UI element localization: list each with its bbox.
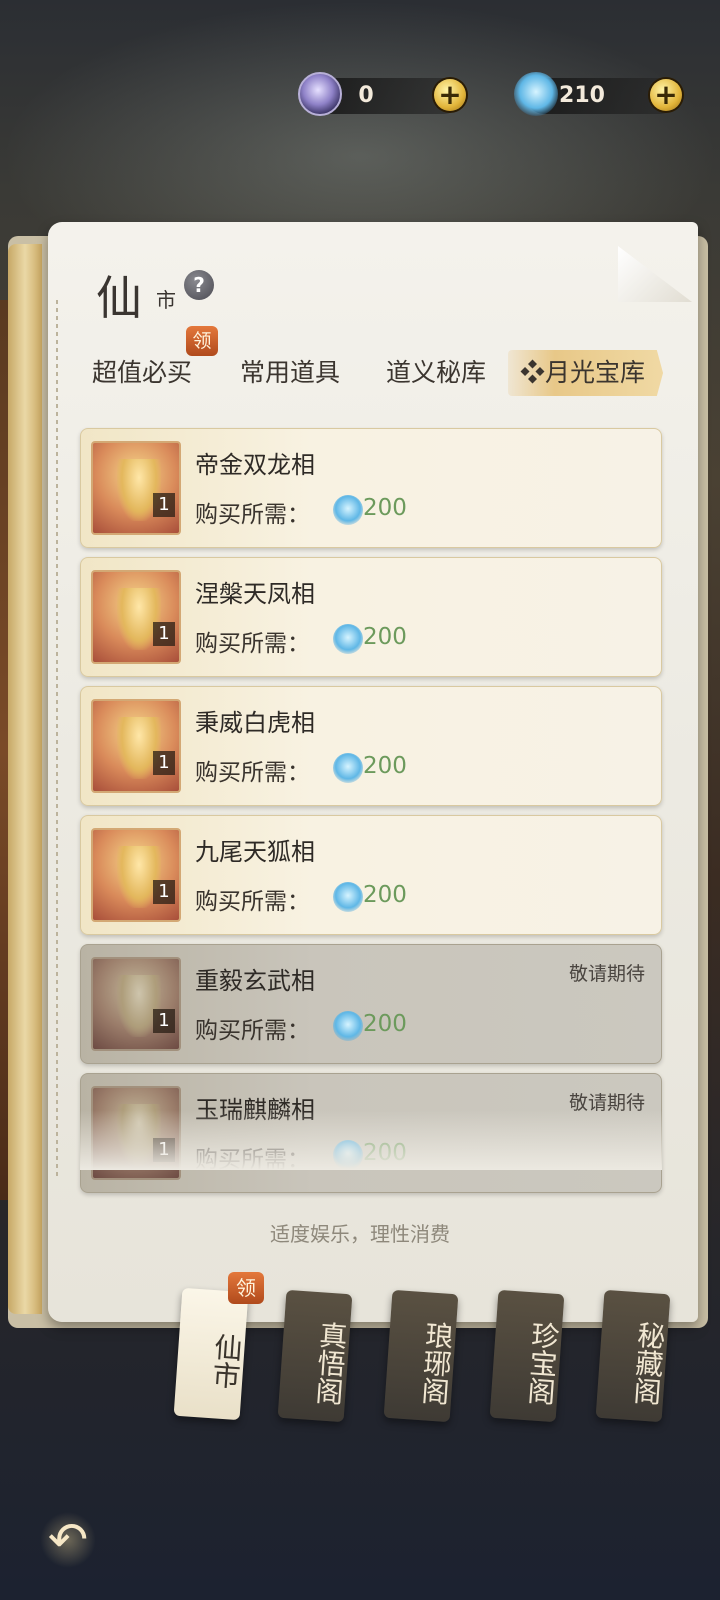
price-label: 购买所需： — [195, 631, 310, 657]
item-name: 涅槃天凤相 — [195, 580, 315, 608]
tab-claim-badge: 领 — [186, 326, 218, 356]
spirit-wave-icon — [333, 1011, 363, 1041]
currency-spirit-value: 210 — [559, 83, 605, 108]
diamond-icon: ❖ — [520, 358, 546, 387]
shop-item[interactable]: 1 帝金双龙相 购买所需： 200 — [80, 428, 662, 548]
help-icon[interactable]: ? — [184, 270, 214, 300]
item-price: 200 — [363, 624, 407, 650]
item-quantity: 1 — [153, 880, 175, 904]
item-quantity: 1 — [153, 751, 175, 775]
item-thumbnail — [91, 699, 181, 793]
currency-jade: 0 + — [298, 72, 466, 116]
item-price: 200 — [363, 1011, 407, 1037]
item-quantity: 1 — [153, 1009, 175, 1033]
spirit-wave-icon — [333, 495, 363, 525]
nav-zhenwu-pavilion[interactable]: 真悟阁 — [277, 1289, 353, 1423]
currency-spirit: 210 + — [514, 72, 682, 116]
shop-item[interactable]: 1 秉威白虎相 购买所需： 200 — [80, 686, 662, 806]
nav-xianshi[interactable]: 仙市 — [173, 1287, 249, 1421]
tab-moonlight-vault[interactable]: ❖月光宝库 — [508, 350, 664, 396]
spirit-wave-icon — [333, 753, 363, 783]
coming-soon-label: 敬请期待 — [568, 963, 645, 985]
price-label: 购买所需： — [195, 760, 310, 786]
background-glow — [0, 0, 720, 260]
item-quantity: 1 — [153, 622, 175, 646]
price-label: 购买所需： — [195, 1018, 310, 1044]
page-title: 仙 — [96, 271, 142, 325]
item-thumbnail — [91, 441, 181, 535]
shop-item: 1 重毅玄武相 购买所需： 200 敬请期待 — [80, 944, 662, 1064]
nav-treasure-pavilion[interactable]: 珍宝阁 — [489, 1289, 565, 1423]
price-label: 购买所需： — [195, 502, 310, 528]
list-fade — [80, 1110, 662, 1170]
nav-langya-label: 琅琊阁 — [416, 1320, 456, 1407]
page-dotted-line — [56, 300, 58, 1180]
shop-item[interactable]: 1 涅槃天凤相 购买所需： 200 — [80, 557, 662, 677]
item-name: 秉威白虎相 — [195, 709, 315, 737]
item-thumbnail — [91, 828, 181, 922]
tab-common-items[interactable]: 常用道具 — [240, 350, 340, 396]
tab-daoyi-vault[interactable]: 道义秘库 — [386, 350, 486, 396]
nav-langya-pavilion[interactable]: 琅琊阁 — [383, 1289, 459, 1423]
currency-jade-value: 0 — [358, 83, 374, 108]
item-price: 200 — [363, 753, 407, 779]
item-price: 200 — [363, 495, 407, 521]
item-quantity: 1 — [153, 493, 175, 517]
add-jade-button[interactable]: + — [434, 79, 466, 111]
nav-secret-label: 秘藏阁 — [628, 1320, 668, 1407]
item-name: 重毅玄武相 — [195, 967, 315, 995]
spirit-wave-icon — [333, 624, 363, 654]
item-thumbnail — [91, 957, 181, 1051]
nav-treasure-label: 珍宝阁 — [522, 1320, 562, 1407]
back-icon[interactable]: ↶ — [40, 1512, 96, 1568]
item-price: 200 — [363, 882, 407, 908]
item-thumbnail — [91, 570, 181, 664]
nav-xianshi-label: 仙市 — [207, 1331, 245, 1391]
tab-moonlight-label: 月光宝库 — [545, 358, 646, 387]
spirit-wave-icon — [333, 882, 363, 912]
tab-super-value[interactable]: 超值必买 — [92, 350, 192, 396]
item-name: 九尾天狐相 — [195, 838, 315, 866]
book-spine — [8, 244, 42, 1314]
price-label: 购买所需： — [195, 889, 310, 915]
shop-item[interactable]: 1 九尾天狐相 购买所需： 200 — [80, 815, 662, 935]
item-name: 帝金双龙相 — [195, 451, 315, 479]
nav-claim-badge: 领 — [228, 1272, 264, 1304]
add-spirit-button[interactable]: + — [650, 79, 682, 111]
nav-zhenwu-label: 真悟阁 — [310, 1320, 350, 1407]
moderation-notice: 适度娱乐，理性消费 — [270, 1222, 450, 1246]
page-subtitle: 市 — [156, 288, 176, 312]
nav-secret-pavilion[interactable]: 秘藏阁 — [595, 1289, 671, 1423]
